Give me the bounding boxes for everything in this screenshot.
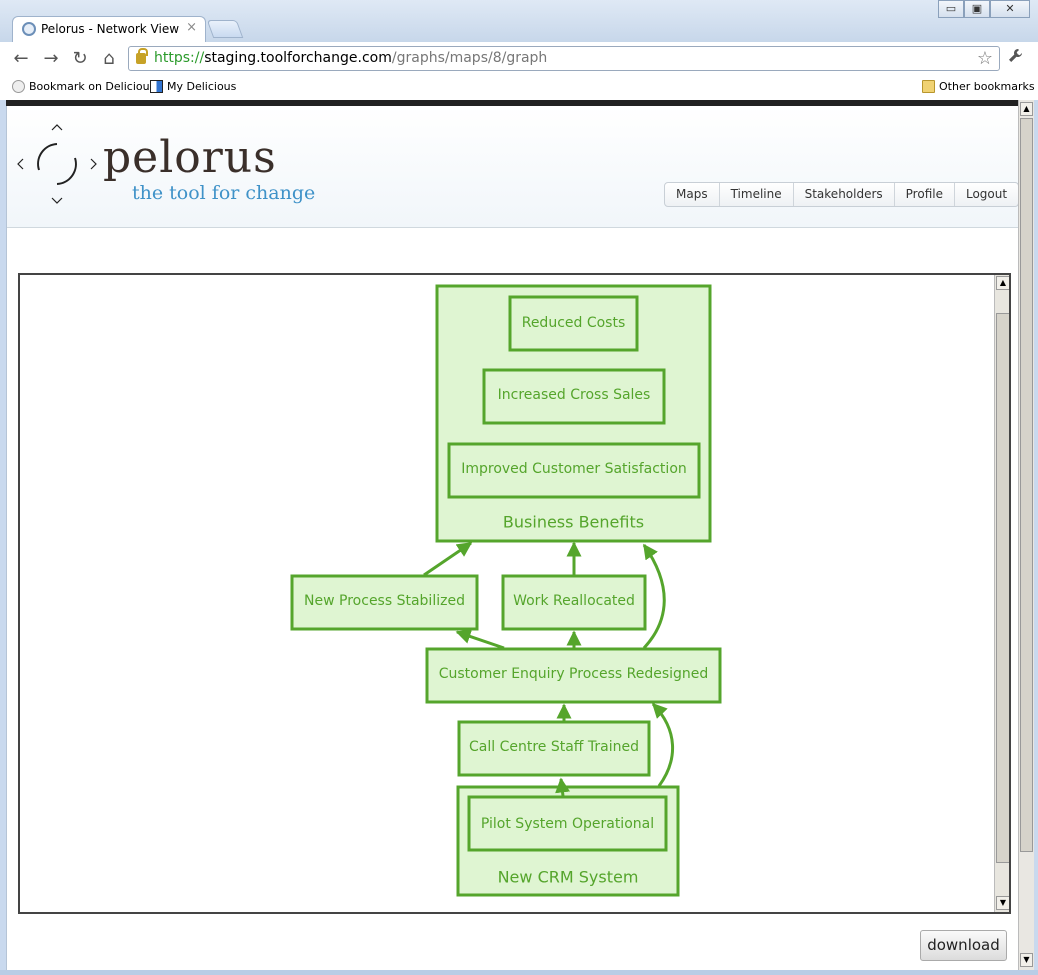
edge-customer-enquiry-process-redesigned-to-business-benefits [642, 543, 666, 650]
tab-title: Pelorus - Network View [41, 22, 180, 36]
minimize-button[interactable]: ▭ [938, 0, 964, 18]
globe-icon [12, 80, 25, 93]
node-label: Call Centre Staff Trained [469, 739, 639, 755]
maximize-button[interactable]: ▣ [964, 0, 990, 18]
node-new-process-stabilized[interactable]: New Process Stabilized [290, 574, 479, 631]
network-graph[interactable]: Business Benefits New CRM System Reduced C… [18, 273, 1011, 914]
bookmark-label: Bookmark on Delicious [29, 80, 156, 93]
graph-scroll-thumb[interactable] [996, 313, 1009, 863]
browser-titlebar: Pelorus - Network View × ▭ ▣ ✕ [0, 0, 1038, 42]
download-button[interactable]: download [920, 930, 1007, 961]
lock-icon [136, 48, 148, 64]
nav-timeline[interactable]: Timeline [720, 183, 794, 206]
page-scrollbar[interactable]: ▲ ▼ [1018, 100, 1034, 970]
node-pilot-system-operational[interactable]: Pilot System Operational [467, 795, 668, 852]
main-nav: Maps Timeline Stakeholders Profile Logou… [664, 182, 1020, 207]
edge-customer-enquiry-process-redesigned-to-new-process-stabilized [455, 629, 505, 650]
page-scroll-up-icon[interactable]: ▲ [1020, 102, 1033, 116]
url-scheme: https:// [154, 50, 205, 66]
brand-tagline: the tool for change [132, 182, 316, 204]
reload-icon[interactable]: ↻ [69, 48, 91, 70]
window-close-button[interactable]: ✕ [990, 0, 1030, 18]
folder-icon [922, 80, 935, 93]
pelorus-compass-icon [17, 124, 97, 204]
page-scroll-down-icon[interactable]: ▼ [1020, 953, 1033, 967]
nav-profile[interactable]: Profile [895, 183, 955, 206]
graph-scrollbar[interactable]: ▲ ▼ [994, 275, 1009, 912]
bookmark-label: My Delicious [167, 80, 237, 93]
other-bookmarks-label: Other bookmarks [939, 80, 1035, 93]
bookmark-bookmark-on-delicious[interactable]: Bookmark on Delicious [12, 80, 155, 93]
node-label: Customer Enquiry Process Redesigned [439, 666, 709, 682]
nav-maps[interactable]: Maps [665, 183, 720, 206]
nav-stakeholders[interactable]: Stakeholders [794, 183, 895, 206]
node-label: Increased Cross Sales [498, 387, 651, 403]
node-call-centre-staff-trained[interactable]: Call Centre Staff Trained [457, 720, 651, 777]
url-path: /graphs/maps/8/graph [391, 50, 548, 66]
back-icon[interactable]: ← [10, 48, 32, 70]
tab-close-icon[interactable]: × [186, 20, 197, 35]
edge-new-crm-system-to-customer-enquiry-process-redesigned [651, 702, 674, 787]
site-header: pelorus the tool for change Maps Timelin… [7, 106, 1020, 228]
window-frame [0, 970, 1038, 975]
graph-scroll-down-icon[interactable]: ▼ [996, 896, 1009, 910]
node-label: Work Reallocated [513, 593, 635, 609]
window-controls: ▭ ▣ ✕ [938, 0, 1030, 19]
bookmark-my-delicious[interactable]: My Delicious [150, 80, 236, 93]
node-label: New Process Stabilized [304, 593, 465, 609]
url-host: staging.toolforchange.com [204, 50, 392, 66]
browser-tab[interactable]: Pelorus - Network View × [12, 16, 206, 42]
node-label: Pilot System Operational [481, 816, 654, 832]
node-label: New CRM System [498, 868, 639, 887]
forward-icon[interactable]: → [40, 48, 62, 70]
wrench-icon[interactable] [1008, 48, 1024, 68]
new-tab-button[interactable] [206, 20, 244, 38]
address-bar[interactable]: https://staging.toolforchange.com/graphs… [128, 46, 1000, 71]
delicious-icon [150, 80, 163, 93]
page-scroll-thumb[interactable] [1020, 118, 1033, 852]
graph-canvas: Business Benefits New CRM System Reduced C… [290, 284, 722, 897]
bookmarks-bar: Bookmark on Delicious My Delicious Other… [0, 76, 1038, 100]
node-label: Business Benefits [503, 513, 644, 532]
brand-name: pelorus [103, 132, 277, 183]
nav-logout[interactable]: Logout [955, 183, 1018, 206]
node-label: Improved Customer Satisfaction [461, 461, 687, 477]
other-bookmarks[interactable]: Other bookmarks [922, 80, 1035, 93]
node-reduced-costs[interactable]: Reduced Costs [508, 295, 639, 352]
node-customer-enquiry-process-redesigned[interactable]: Customer Enquiry Process Redesigned [425, 647, 722, 704]
node-improved-customer-satisfaction[interactable]: Improved Customer Satisfaction [447, 442, 701, 499]
edge-new-process-stabilized-to-business-benefits [423, 541, 473, 577]
node-work-reallocated[interactable]: Work Reallocated [501, 574, 647, 631]
star-icon[interactable]: ☆ [977, 48, 993, 69]
node-label: Reduced Costs [522, 315, 626, 331]
browser-toolbar: ← → ↻ ⌂ https://staging.toolforchange.co… [0, 42, 1038, 76]
edge-pilot-system-operational-to-call-centre-staff-trained [555, 777, 571, 797]
page-content: pelorus the tool for change Maps Timelin… [6, 106, 1020, 970]
node-increased-cross-sales[interactable]: Increased Cross Sales [482, 368, 666, 425]
home-icon[interactable]: ⌂ [98, 48, 120, 70]
url-text: https://staging.toolforchange.com/graphs… [154, 50, 547, 66]
graph-scroll-up-icon[interactable]: ▲ [996, 276, 1009, 290]
pelorus-favicon-icon [22, 22, 36, 36]
